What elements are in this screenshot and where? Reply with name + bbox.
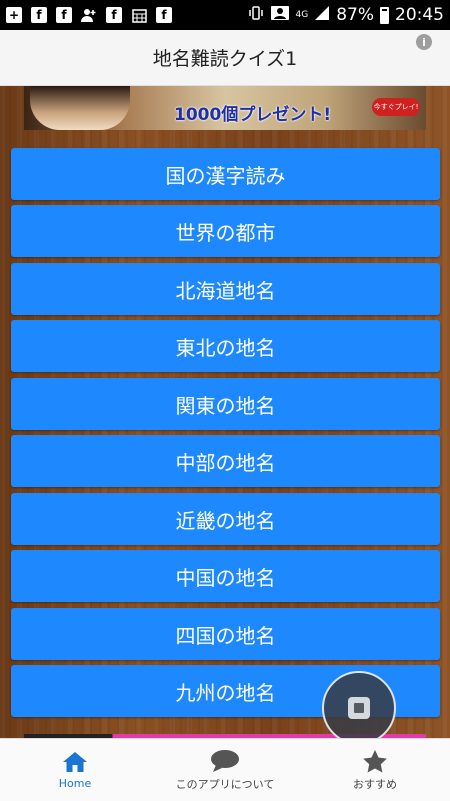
facebook-icon: f [156, 7, 172, 23]
app-bar: 地名難読クイズ1 i [0, 30, 450, 86]
add-icon: + [6, 7, 22, 23]
home-icon [62, 750, 88, 774]
app-title: 地名難読クイズ1 [152, 48, 298, 70]
menu-button-chugoku[interactable]: 中国の地名 [11, 550, 440, 602]
chat-bubble-icon [210, 749, 240, 773]
menu-button-chubu[interactable]: 中部の地名 [11, 435, 440, 487]
ad-banner[interactable]: 1000個プレゼント! 今すぐプレイ! [24, 86, 426, 130]
notification-icons: + f f f f [6, 7, 172, 23]
nav-recommend-label: おすすめ [353, 777, 397, 791]
contact-card-icon [270, 5, 290, 26]
system-status: 4G 87% 20:45 [248, 5, 444, 26]
nav-home-label: Home [58, 777, 92, 790]
ad-play-button[interactable]: 今すぐプレイ! [372, 98, 420, 116]
nav-about-label: このアプリについて [175, 777, 275, 791]
person-add-icon [81, 7, 97, 23]
status-bar: + f f f f 4G 87% 20:45 [0, 0, 450, 30]
network-type: 4G [295, 10, 309, 20]
ad-info-icon[interactable]: i [416, 34, 432, 50]
vibrate-icon [248, 5, 264, 26]
facebook-icon: f [106, 7, 122, 23]
menu-button-country-kanji[interactable]: 国の漢字読み [11, 148, 440, 200]
battery-percent: 87% [336, 5, 374, 25]
menu-button-shikoku[interactable]: 四国の地名 [11, 608, 440, 660]
battery-icon [380, 6, 389, 24]
signal-icon [314, 5, 330, 26]
floating-stop-button[interactable] [322, 671, 396, 745]
menu-button-world-cities[interactable]: 世界の都市 [11, 205, 440, 257]
nav-recommend[interactable]: おすすめ [300, 739, 450, 801]
star-icon [362, 749, 388, 773]
calendar-icon [131, 7, 147, 23]
facebook-icon: f [31, 7, 47, 23]
nav-about[interactable]: このアプリについて [150, 739, 300, 801]
menu-button-kanto[interactable]: 関東の地名 [11, 378, 440, 430]
menu-button-tohoku[interactable]: 東北の地名 [11, 320, 440, 372]
ad-banner-text: 1000個プレゼント! [174, 105, 332, 125]
clock: 20:45 [395, 5, 444, 25]
menu-button-kinki[interactable]: 近畿の地名 [11, 493, 440, 545]
stop-icon [348, 697, 370, 719]
facebook-icon: f [56, 7, 72, 23]
menu-button-hokkaido[interactable]: 北海道地名 [11, 263, 440, 315]
ad-character-image [30, 86, 130, 130]
nav-home[interactable]: Home [0, 739, 150, 801]
bottom-navigation: Home このアプリについて おすすめ [0, 738, 450, 801]
